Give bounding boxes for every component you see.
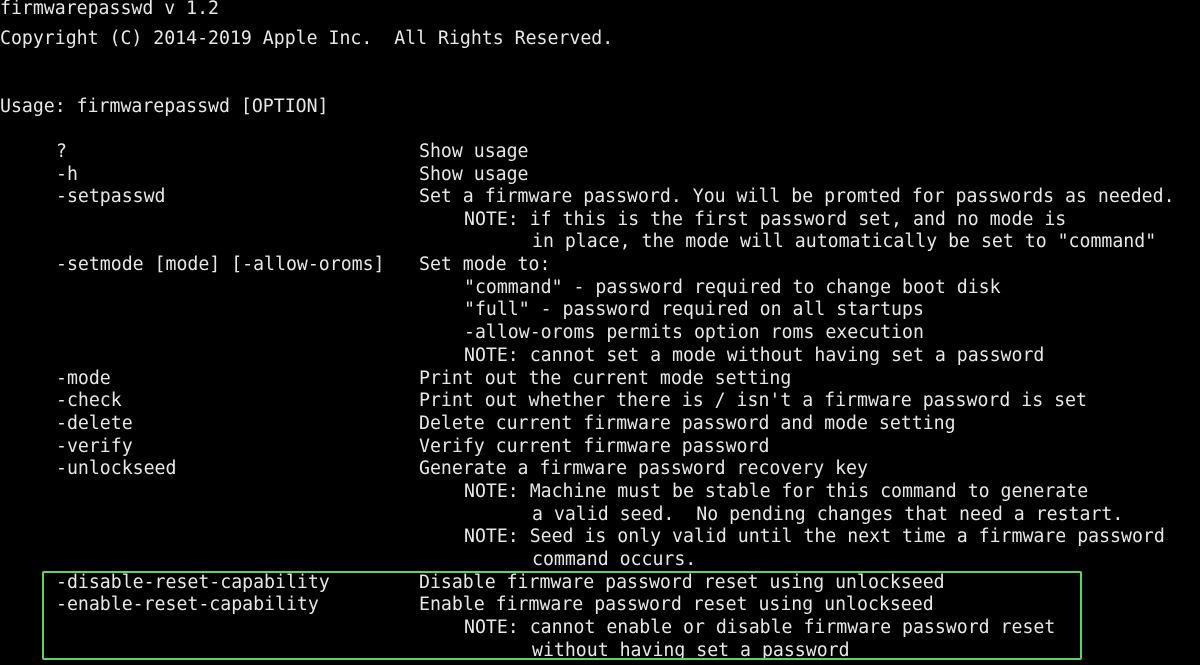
option-note: command occurs.	[532, 549, 697, 570]
option-note: NOTE: Machine must be stable for this co…	[464, 481, 1089, 502]
option-flag: ?	[56, 141, 67, 162]
program-title: firmwarepasswd v 1.2	[0, 0, 219, 19]
option-description: Print out whether there is / isn't a fir…	[419, 390, 1087, 411]
option-flag: -verify	[56, 436, 133, 457]
option-note: "full" - password required on all startu…	[464, 299, 924, 320]
option-description: Show usage	[419, 164, 529, 185]
option-description: Set mode to:	[419, 254, 551, 275]
option-flag: -setmode [mode] [-allow-oroms]	[56, 254, 385, 275]
option-flag: -check	[56, 390, 122, 411]
option-note: -allow-oroms permits option roms executi…	[464, 322, 924, 343]
option-note: a valid seed. No pending changes that ne…	[532, 504, 1124, 525]
terminal-window: firmwarepasswd v 1.2 Copyright (C) 2014-…	[0, 0, 1200, 665]
highlight-box	[42, 571, 1082, 660]
option-description: Show usage	[419, 141, 529, 162]
option-flag: -unlockseed	[56, 458, 177, 479]
option-flag: -setpasswd	[56, 186, 166, 207]
option-note: NOTE: if this is the first password set,…	[464, 209, 1067, 230]
option-flag: -mode	[56, 368, 111, 389]
copyright-line: Copyright (C) 2014-2019 Apple Inc. All R…	[0, 28, 614, 49]
usage-line: Usage: firmwarepasswd [OPTION]	[0, 96, 329, 117]
option-description: Generate a firmware password recovery ke…	[419, 458, 868, 479]
option-description: Print out the current mode setting	[419, 368, 792, 389]
option-description: Set a firmware password. You will be pro…	[419, 186, 1175, 207]
option-flag: -h	[56, 164, 78, 185]
option-note: NOTE: cannot set a mode without having s…	[464, 345, 1045, 366]
option-flag: -delete	[56, 413, 133, 434]
option-note: "command" - password required to change …	[464, 277, 1001, 298]
option-note: NOTE: Seed is only valid until the next …	[464, 526, 1165, 547]
option-note: in place, the mode will automatically be…	[532, 231, 1157, 252]
option-description: Delete current firmware password and mod…	[419, 413, 956, 434]
option-description: Verify current firmware password	[419, 436, 770, 457]
